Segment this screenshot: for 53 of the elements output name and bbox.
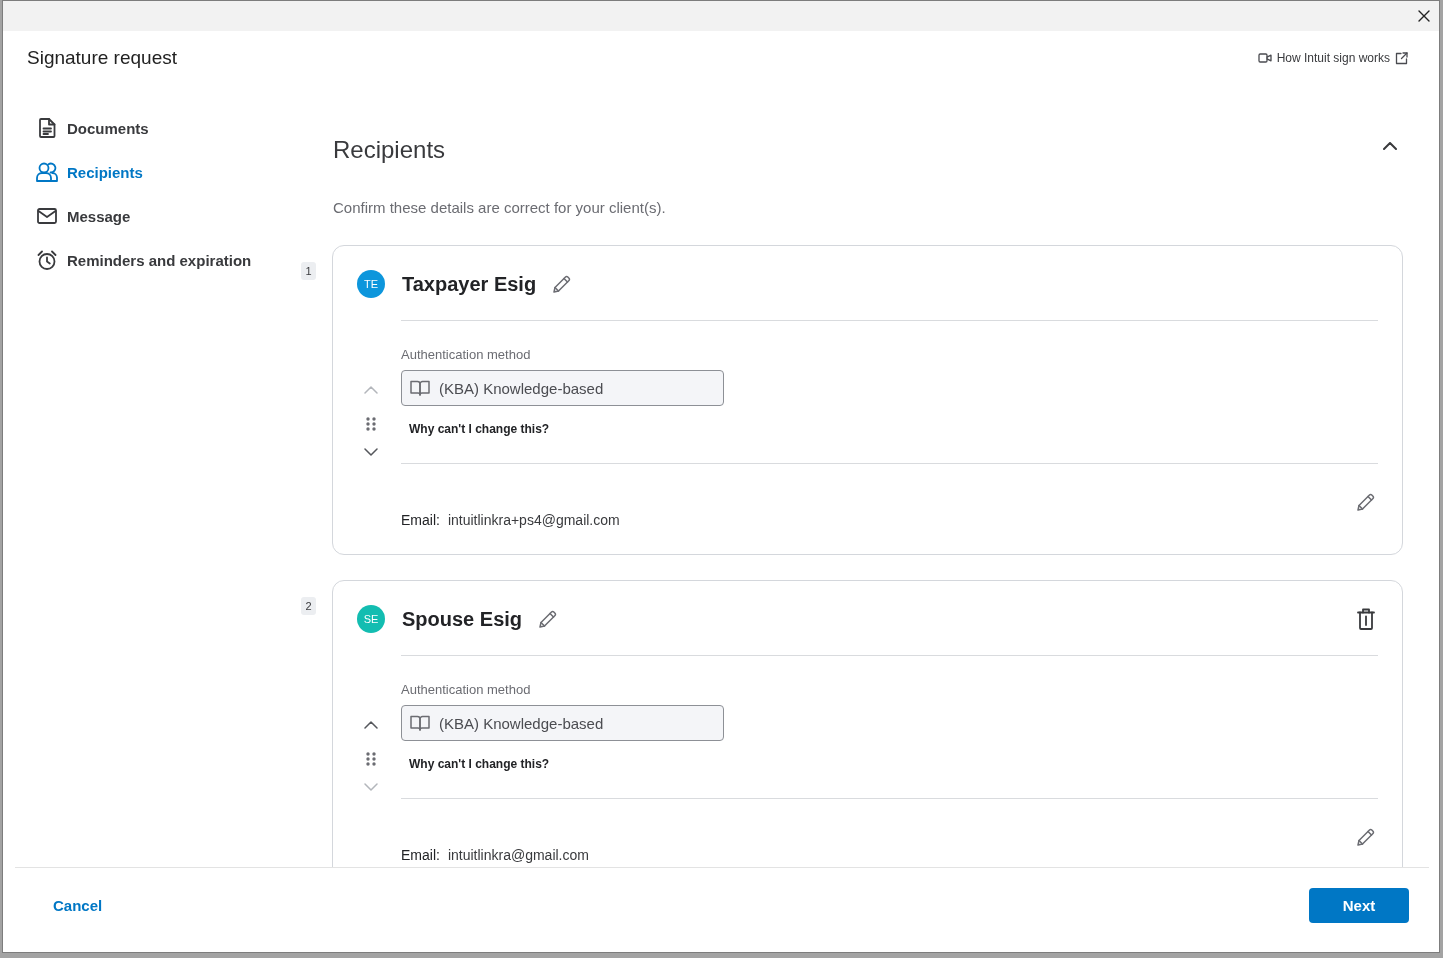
cancel-button[interactable]: Cancel [53,888,103,923]
delete-button[interactable] [1355,607,1377,631]
pencil-icon [552,274,573,294]
sidebar-item[interactable]: Reminders and expiration [37,238,252,282]
sidebar-item[interactable]: Documents [37,106,149,150]
avatar: SE [357,605,385,633]
pencil-icon [1356,827,1376,847]
trash-icon [1357,608,1375,630]
order-number: 1 [301,262,316,280]
field-label: Authentication method [401,347,532,363]
chevron-up-icon [364,721,378,729]
drag-handle[interactable] [364,750,378,768]
help-link[interactable]: Why can't I change this? [409,756,550,772]
recipient-name: Spouse Esig [402,607,523,632]
next-button[interactable]: Next [1309,888,1409,923]
email-label: Email: [401,847,440,863]
move-up-button[interactable] [362,719,380,731]
move-down-button[interactable] [362,446,380,458]
book-icon [410,715,430,731]
section-title: Recipients [333,135,446,165]
field-label: Authentication method [401,682,532,698]
video-camera-icon [1257,53,1272,63]
email-value: intuitlinkra+ps4@gmail.com [447,512,620,528]
dialog-title: Signature request [27,46,177,70]
close-button[interactable] [1417,9,1431,23]
book-icon [410,380,430,396]
pencil-icon [538,609,559,629]
edit-email-button[interactable] [1355,826,1377,848]
envelope-icon [37,208,57,224]
email-label: Email: [401,512,440,528]
help-link[interactable]: How Intuit sign works [1257,50,1408,66]
sidebar-item[interactable]: Recipients [37,150,143,194]
pencil-icon [1356,492,1376,512]
edit-email-button[interactable] [1355,491,1377,513]
sidebar-item[interactable]: Message [37,194,131,238]
help-link[interactable]: Why can't I change this? [409,421,550,437]
chevron-down-icon [364,783,378,791]
people-icon [36,162,58,182]
close-icon [1418,10,1430,22]
email-value: intuitlinkra@gmail.com [447,847,589,863]
document-icon [38,118,56,138]
order-number: 2 [301,597,316,615]
alarm-clock-icon [37,250,57,270]
chevron-down-icon [364,448,378,456]
recipient-name: Taxpayer Esig [402,272,537,297]
chevron-up-icon [1383,142,1397,150]
drag-handle-icon [366,417,376,431]
external-link-icon [1395,51,1408,65]
drag-handle-icon [366,752,376,766]
avatar: TE [357,270,385,298]
drag-handle[interactable] [364,415,378,433]
section-description: Confirm these details are correct for your client(s). [333,198,667,218]
chevron-up-icon [364,386,378,394]
